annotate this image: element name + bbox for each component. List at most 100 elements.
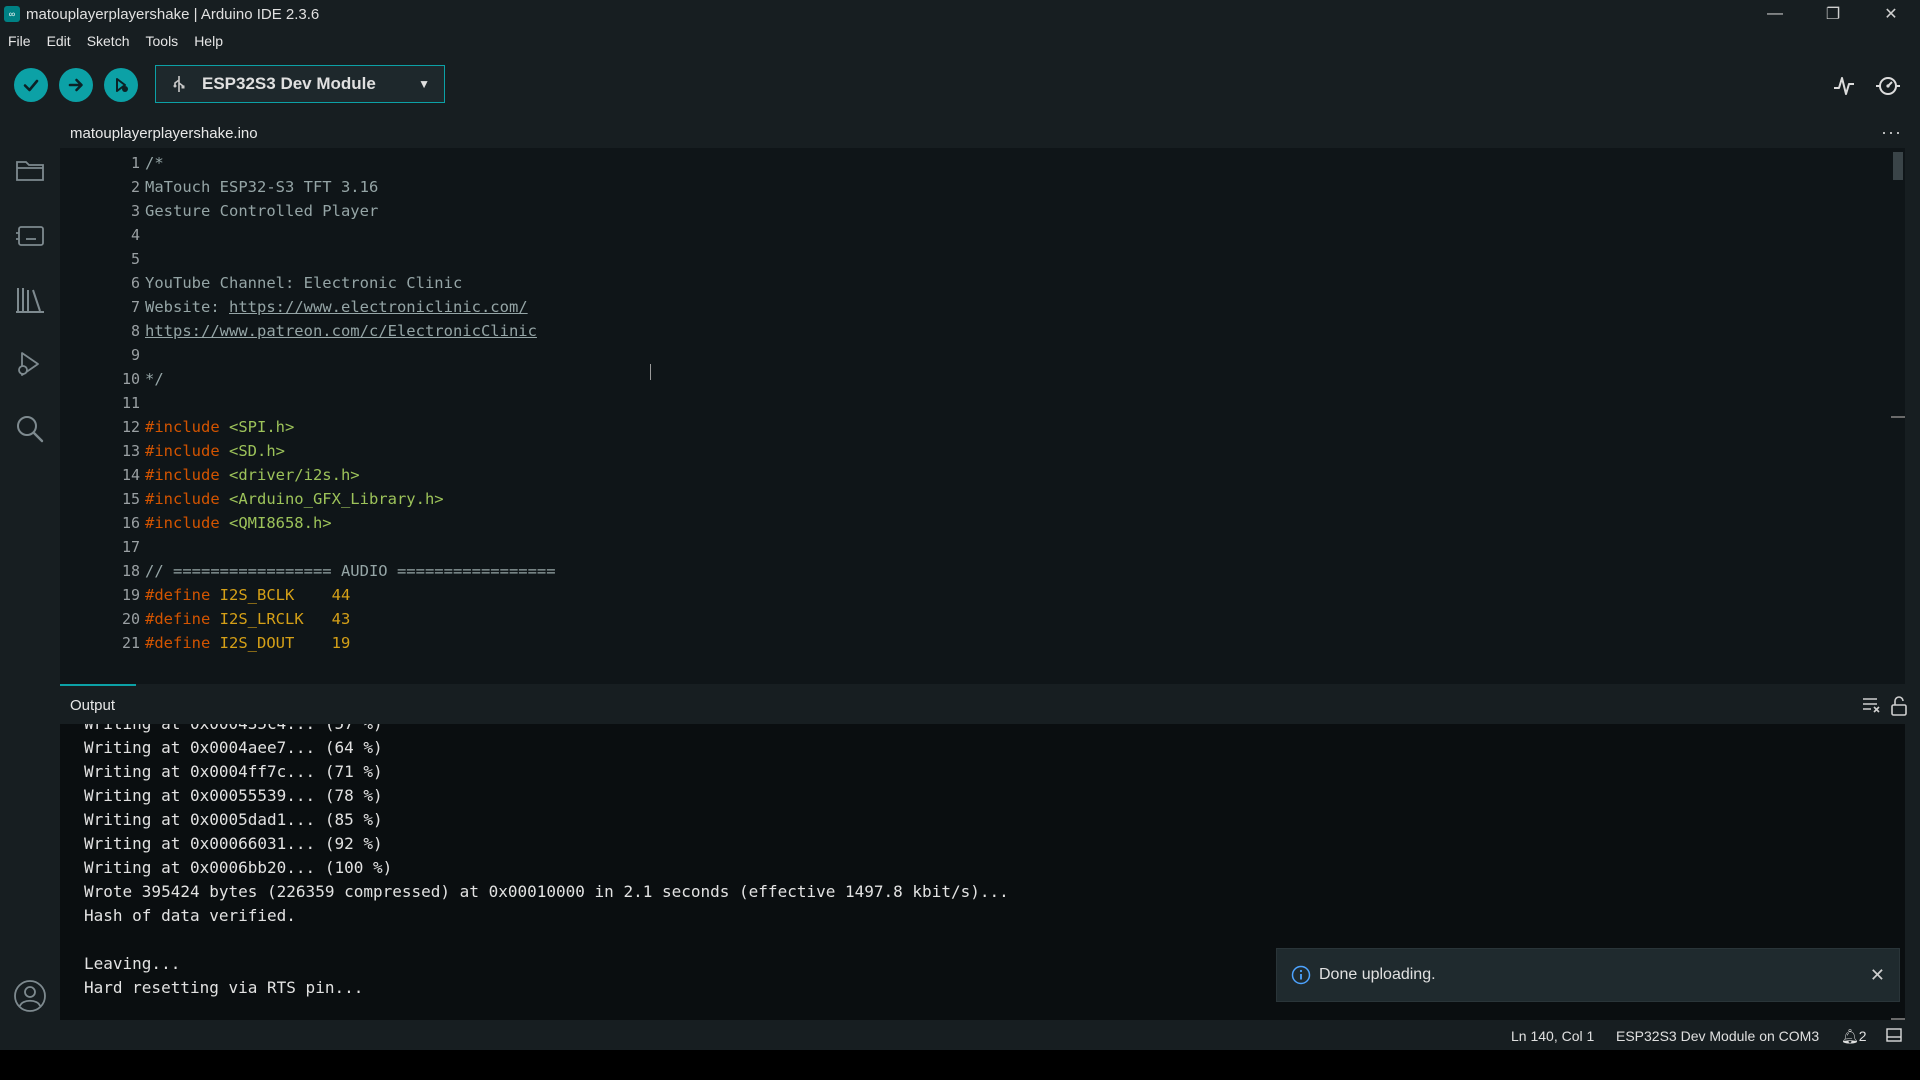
board-icon [16,226,44,246]
code-editor[interactable]: 1 2 3 4 5 6 7 8 9 10 11 12 13 14 15 16 17 18 19 20 21 /* MaTo… [60,148,1905,684]
verify-button[interactable] [14,68,48,102]
notification-message: Done uploading. [1319,966,1436,983]
clear-output-icon[interactable] [1862,696,1882,714]
editor-scrollbar[interactable] [1891,148,1905,684]
code-token: I2S_BCLK [210,586,295,604]
code-link[interactable]: https://www.patreon.com/c/ElectronicClin… [145,322,537,340]
maximize-button[interactable]: ❐ [1804,0,1862,28]
line-number: 17 [121,538,140,556]
code-token: */ [145,370,164,388]
code-token: #include [145,490,220,508]
code-line: // ================= AUDIO =============… [145,562,556,580]
serial-monitor-button[interactable] [1874,72,1902,100]
code-line: #include <SPI.h> [145,418,294,436]
board-port-status[interactable]: ESP32S3 Dev Module on COM3 [1616,1028,1819,1044]
line-number: 1 [130,154,140,172]
line-number: 5 [130,250,140,268]
line-number: 7 [130,298,140,316]
status-bar: Ln 140, Col 1 ESP32S3 Dev Module on COM3… [0,1022,1920,1050]
line-number: 18 [121,562,140,580]
info-icon [1291,965,1311,985]
line-number: 20 [121,610,140,628]
notifications-button[interactable]: 🔔︎2 [1841,1028,1867,1045]
output-line: Writing at 0x0004ff7c... (71 %) [84,762,383,781]
unlock-scroll-icon[interactable] [1890,696,1908,716]
scrollbar-thumb[interactable] [1893,152,1903,180]
output-line: Writing at 0x00066031... (92 %) [84,834,383,853]
menu-sketch[interactable]: Sketch [79,33,138,49]
menu-help[interactable]: Help [186,33,231,49]
debug-run-icon [18,352,39,376]
menu-edit[interactable]: Edit [39,33,79,49]
arduino-logo-icon: ∞ [4,6,20,22]
menu-bar: File Edit Sketch Tools Help [0,30,231,52]
code-link[interactable]: https://www.electroniclinic.com/ [229,298,528,316]
close-button[interactable]: ✕ [1862,0,1920,28]
line-number: 9 [130,346,140,364]
title-bar: ∞ matouplayerplayershake | Arduino IDE 2… [0,0,1920,28]
scroll-position-marker [1891,1018,1905,1020]
output-line: Writing at 0x000435c4... (57 %) [84,724,383,733]
code-line: #include <SD.h> [145,442,285,460]
pulse-icon [1834,77,1854,95]
output-line: Leaving... [84,954,181,973]
code-line: */ [145,370,164,388]
toggle-panel-button[interactable] [1886,1028,1902,1045]
folder-icon [16,161,44,181]
bell-icon: 🔔︎ [1841,1028,1859,1044]
line-number: 15 [121,490,140,508]
minimize-button[interactable]: — [1746,0,1804,28]
toolbar: ESP32S3 Dev Module ▼ [0,64,1920,108]
code-token: YouTube Channel: Electronic Clinic [145,274,463,292]
output-line: Hash of data verified. [84,906,296,925]
code-token: <QMI8658.h> [219,514,332,532]
board-selector[interactable]: ESP32S3 Dev Module ▼ [155,65,445,103]
sidebar-item-library-manager[interactable] [12,282,48,318]
line-number: 13 [121,442,140,460]
scroll-position-marker [1891,416,1905,418]
code-token: // ================= AUDIO =============… [145,562,556,580]
upload-button[interactable] [59,68,93,102]
code-token: <SPI.h> [219,418,295,436]
serial-plotter-button[interactable] [1830,72,1858,100]
code-token: #include [145,442,220,460]
code-token: #include [145,514,220,532]
sidebar-item-debug[interactable] [12,346,48,382]
search-icon [17,416,44,443]
code-token: #include [145,466,220,484]
notification-count: 2 [1858,1028,1867,1044]
usb-icon [173,76,185,92]
sidebar-item-boards-manager[interactable] [12,217,48,253]
serial-monitor-icon [1876,77,1900,95]
code-token: 43 [303,610,351,628]
line-number: 6 [130,274,140,292]
code-line: #include <driver/i2s.h> [145,466,360,484]
user-icon [14,980,46,1012]
arrow-right-icon [68,78,83,92]
output-line: Writing at 0x0005dad1... (85 %) [84,810,383,829]
code-token: I2S_DOUT [210,634,295,652]
sidebar [0,118,60,998]
tab-sketch-file[interactable]: matouplayerplayershake.ino [60,118,268,148]
menu-file[interactable]: File [0,33,39,49]
output-tab-indicator [60,684,136,686]
notification-toast: Done uploading. ✕ [1276,948,1900,1002]
code-token: #include [145,418,220,436]
panel-icon [1886,1028,1902,1042]
text-cursor [650,364,651,380]
line-number: 4 [130,226,140,244]
sidebar-item-sketchbook[interactable] [12,152,48,188]
chevron-down-icon: ▼ [418,77,430,91]
more-options-icon[interactable]: ··· [1881,122,1902,143]
line-number: 19 [121,586,140,604]
code-token: I2S_LRCLK [210,610,304,628]
cursor-position[interactable]: Ln 140, Col 1 [1511,1028,1594,1044]
menu-tools[interactable]: Tools [138,33,187,49]
close-notification-button[interactable]: ✕ [1870,965,1885,986]
line-number: 16 [121,514,140,532]
code-line: /* [145,154,164,172]
sidebar-item-search[interactable] [12,411,48,447]
account-button[interactable] [12,978,48,1014]
line-number: 2 [130,178,140,196]
debug-button[interactable] [104,68,138,102]
